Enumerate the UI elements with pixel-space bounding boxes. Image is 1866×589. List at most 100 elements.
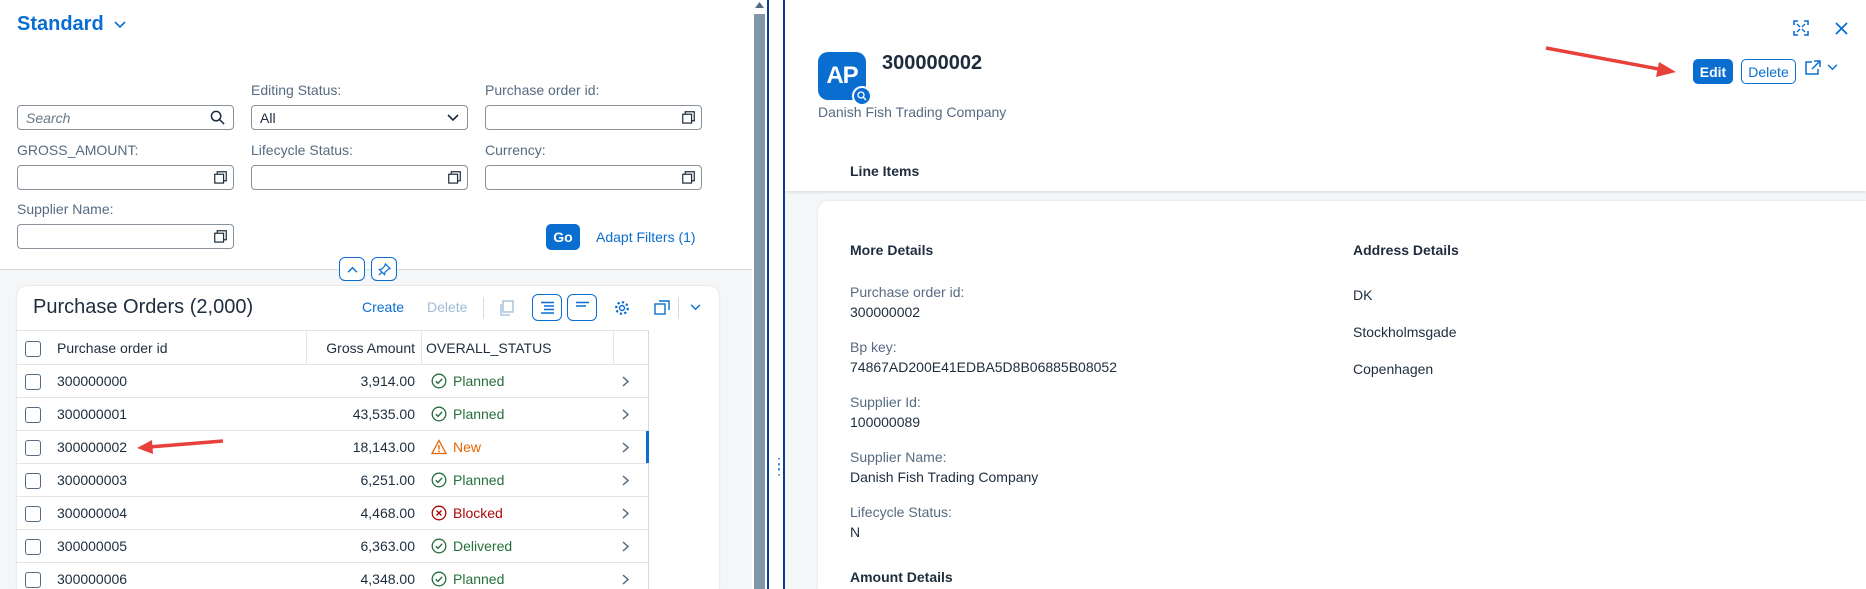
go-button[interactable]: Go <box>546 224 580 250</box>
delete-button[interactable]: Delete <box>427 299 467 315</box>
create-button[interactable]: Create <box>362 299 404 315</box>
cell-po-id: 300000001 <box>57 406 128 422</box>
success-icon <box>431 406 447 422</box>
row-checkbox[interactable] <box>25 374 41 390</box>
chevron-right-icon[interactable] <box>622 375 629 387</box>
table-row[interactable]: 300000002 18,143.00 New <box>17 431 649 464</box>
chevron-right-icon[interactable] <box>622 540 629 552</box>
fullscreen-button[interactable] <box>1790 17 1812 39</box>
table-row[interactable]: 300000006 4,348.00 Planned <box>17 563 648 589</box>
object-header: AP 300000002 Danish Fish Trading Company… <box>785 0 1866 191</box>
search-input[interactable]: Search <box>17 105 234 130</box>
gross-amount-input[interactable] <box>17 165 234 190</box>
pin-icon <box>377 262 391 276</box>
row-checkbox[interactable] <box>25 440 41 456</box>
value-help-icon[interactable] <box>682 111 695 124</box>
search-placeholder: Search <box>26 109 71 126</box>
table-row[interactable]: 300000003 6,251.00 Planned <box>17 464 648 497</box>
value-help-icon[interactable] <box>214 230 227 243</box>
lifecycle-label: Lifecycle Status: <box>251 142 353 158</box>
cell-gross-amount: 3,914.00 <box>360 373 416 389</box>
cell-po-id: 300000006 <box>57 571 128 587</box>
table-row[interactable]: 300000005 6,363.00 Delivered <box>17 530 648 563</box>
status-text: Delivered <box>453 538 513 554</box>
chevron-right-icon[interactable] <box>622 408 629 420</box>
close-icon <box>1834 21 1848 35</box>
table-header-row: Purchase order id Gross Amount OVERALL_S… <box>17 330 648 365</box>
row-checkbox[interactable] <box>25 506 41 522</box>
row-checkbox[interactable] <box>25 407 41 423</box>
select-all-checkbox[interactable] <box>25 341 41 357</box>
column-header-gross-amount[interactable]: Gross Amount <box>326 340 415 356</box>
status-text: Blocked <box>453 505 503 521</box>
cell-status: Planned <box>431 571 504 587</box>
purchase-orders-table: Purchase Orders (2,000) Create Delete Pu… <box>17 286 719 589</box>
pin-header-button[interactable] <box>371 257 397 281</box>
cell-gross-amount: 4,468.00 <box>360 505 416 521</box>
warning-icon <box>431 439 447 455</box>
row-checkbox[interactable] <box>25 473 41 489</box>
export-button[interactable] <box>647 294 677 321</box>
list-scrollbar[interactable] <box>752 0 767 589</box>
table-settings-button[interactable] <box>607 294 637 321</box>
table-row[interactable]: 300000004 4,468.00 Blocked <box>17 497 648 530</box>
row-checkbox[interactable] <box>25 572 41 588</box>
tree-expand-icon <box>540 301 554 314</box>
chevron-right-icon[interactable] <box>622 474 629 486</box>
variant-selector[interactable]: Standard <box>17 13 126 36</box>
po-id-label: Purchase order id: <box>485 82 600 98</box>
fullscreen-icon <box>1793 20 1809 36</box>
cell-gross-amount: 6,363.00 <box>360 538 416 554</box>
field-value: 100000089 <box>850 414 921 430</box>
adapt-filters-button[interactable]: Adapt Filters (1) <box>596 229 696 245</box>
export-menu-button[interactable] <box>683 294 707 321</box>
expand-all-button[interactable] <box>532 294 562 321</box>
toolbar-separator <box>483 297 484 319</box>
toolbar-separator <box>678 297 679 319</box>
chevron-down-icon <box>690 304 700 311</box>
editing-status-select[interactable]: All <box>251 105 468 130</box>
success-icon <box>431 571 447 587</box>
edit-button[interactable]: Edit <box>1693 59 1733 84</box>
share-button[interactable] <box>1805 60 1838 75</box>
collapse-header-button[interactable] <box>339 257 365 281</box>
avatar-initials: AP <box>826 62 858 89</box>
search-icon[interactable] <box>210 110 225 125</box>
field-value: 300000002 <box>850 304 921 320</box>
status-text: Planned <box>453 373 505 389</box>
value-help-icon[interactable] <box>214 171 227 184</box>
status-text: Planned <box>453 406 505 422</box>
column-header-po-id[interactable]: Purchase order id <box>57 340 168 356</box>
value-help-icon[interactable] <box>682 171 695 184</box>
close-button[interactable] <box>1830 17 1852 39</box>
amount-details-title: Amount Details <box>850 569 953 585</box>
grip-icon[interactable]: ⋮ ⋮ <box>772 456 786 476</box>
supplier-name-input[interactable] <box>17 224 234 249</box>
copy-button[interactable] <box>492 294 522 321</box>
flexible-column-splitter[interactable]: ⋮ ⋮ <box>767 0 786 589</box>
chevron-right-icon[interactable] <box>622 441 629 453</box>
address-line: Stockholmsgade <box>1353 324 1457 340</box>
chevron-right-icon[interactable] <box>622 573 629 585</box>
avatar[interactable]: AP <box>818 52 872 106</box>
lifecycle-input[interactable] <box>251 165 468 190</box>
collapse-all-button[interactable] <box>567 294 597 321</box>
object-page: AP 300000002 Danish Fish Trading Company… <box>785 0 1866 589</box>
chevron-down-icon <box>114 20 126 28</box>
scrollbar-thumb[interactable] <box>754 14 765 589</box>
field-label: Purchase order id: <box>850 284 965 300</box>
chevron-right-icon[interactable] <box>622 507 629 519</box>
currency-input[interactable] <box>485 165 702 190</box>
column-header-overall-status[interactable]: OVERALL_STATUS <box>426 340 552 356</box>
table-row[interactable]: 300000001 43,535.00 Planned <box>17 398 648 431</box>
table-row[interactable]: 300000000 3,914.00 Planned <box>17 365 648 398</box>
share-icon <box>1805 60 1821 75</box>
scroll-up-icon[interactable] <box>755 2 764 8</box>
delete-object-button[interactable]: Delete <box>1741 59 1796 84</box>
field-value: 74867AD200E41EDBA5D8B06885B08052 <box>850 359 1117 375</box>
tab-line-items[interactable]: Line Items <box>850 163 919 179</box>
row-checkbox[interactable] <box>25 539 41 555</box>
po-id-input[interactable] <box>485 105 702 130</box>
cell-gross-amount: 6,251.00 <box>360 472 416 488</box>
value-help-icon[interactable] <box>448 171 461 184</box>
